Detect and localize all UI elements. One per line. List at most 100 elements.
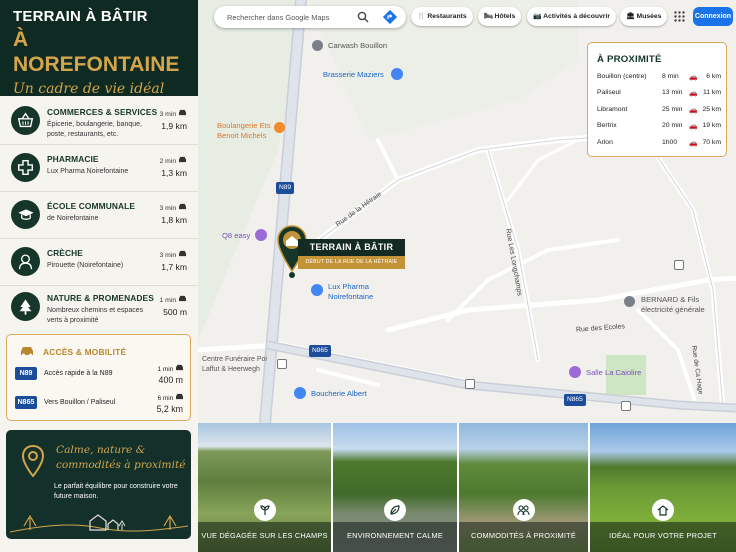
amenity-title: CRÈCHE	[47, 248, 83, 258]
amenity-desc: Lux Pharma Noirefontaine	[47, 168, 129, 175]
poi-q8[interactable]: Q8 easy	[222, 231, 250, 241]
route-time: 6 min	[147, 393, 184, 402]
amenity-pharmacie: PHARMACIE Lux Pharma Noirefontaine 2 min…	[0, 146, 198, 192]
photo-champs: VUE DÉGAGÉE SUR LES CHAMPS	[198, 423, 331, 552]
route-dist: 5,2 km	[156, 404, 183, 414]
poi-pin-icon[interactable]	[569, 366, 581, 378]
road-label-n865: N865	[309, 345, 331, 357]
calm-panel: Calme, nature & commodités à proximité L…	[6, 430, 191, 539]
amenity-title: COMMERCES & SERVICES	[47, 107, 158, 117]
chip-musees[interactable]: 🏛 Musées	[620, 7, 668, 26]
road-badge-n865: N865	[15, 396, 37, 409]
leaf-icon	[384, 499, 406, 521]
route-label: Accès rapide à la N89	[44, 370, 113, 377]
proximity-row: Paliseul 13 min 🚗 11 km	[597, 89, 721, 97]
hero-header: TERRAIN À BÂTIR À NOREFONTAINE Un cadre …	[0, 0, 198, 97]
proximity-title: À PROXIMITÉ	[597, 54, 662, 65]
camera-icon: 📷	[533, 13, 542, 20]
proximity-row: Bertrix 20 min 🚗 19 km	[597, 122, 721, 130]
location-pin-icon	[21, 444, 45, 478]
shopping-bag-icon[interactable]	[391, 68, 403, 80]
amenity-title: ÉCOLE COMMUNALE	[47, 201, 136, 211]
hero-title-line1: TERRAIN À BÂTIR	[13, 8, 148, 25]
proximity-row: Bouillon (centre) 8 min 🚗 6 km	[597, 73, 721, 81]
amenity-dist: 1,7 km	[161, 262, 187, 272]
amenity-dist: 1,9 km	[161, 121, 187, 131]
fuel-icon[interactable]	[255, 229, 267, 241]
landscape-line-icon	[10, 514, 188, 533]
child-icon	[11, 247, 40, 276]
amenity-dist: 1,3 km	[161, 168, 187, 178]
road-label-n865: N865	[564, 394, 586, 406]
basket-icon	[11, 106, 40, 135]
people-icon	[512, 499, 535, 521]
poi-pharma[interactable]: Lux Pharma Noirefontaine	[328, 282, 390, 302]
apps-grid-icon[interactable]	[674, 11, 685, 22]
calm-title: Calme, nature & commodités à proximité	[56, 444, 186, 471]
terrain-tag: TERRAIN À BÂTIR DÉBUT DE LA RUE DE LA HÊ…	[298, 239, 405, 269]
chip-restaurants[interactable]: 🍴 Restaurants	[411, 7, 473, 26]
cross-icon	[11, 153, 40, 182]
terrain-title: TERRAIN À BÂTIR	[298, 239, 405, 256]
amenity-time: 3 min	[150, 109, 187, 118]
cross-pin-icon[interactable]	[311, 284, 323, 296]
amenity-title: PHARMACIE	[47, 154, 99, 164]
bakery-icon[interactable]	[274, 122, 285, 133]
poi-carwash[interactable]: Carwash Bouillon	[328, 41, 387, 51]
map-search-input[interactable]: Rechercher dans Google Maps	[214, 6, 406, 28]
house-icon	[652, 499, 674, 521]
amenity-ecole: ÉCOLE COMMUNALE de Noirefontaine 3 min 1…	[0, 193, 198, 239]
poi-boucherie[interactable]: Boucherie Albert	[311, 389, 367, 399]
photo-label: IDÉAL POUR VOTRE PROJET	[590, 522, 736, 552]
shopping-bag-icon[interactable]	[294, 387, 306, 399]
bed-icon: 🛏	[484, 13, 493, 20]
amenity-commerces: COMMERCES & SERVICES Épicerie, boulanger…	[0, 99, 198, 145]
map-view[interactable]: Rechercher dans Google Maps 🍴 Restaurant…	[198, 0, 736, 423]
hero-tagline: Un cadre de vie idéal	[13, 81, 165, 97]
bus-stop-icon[interactable]	[277, 359, 287, 369]
access-panel: ACCÈS & MOBILITÉ N89 Accès rapide à la N…	[6, 334, 191, 421]
amenity-title: NATURE & PROMENADES	[47, 293, 154, 303]
route-time: 1 min	[147, 364, 184, 373]
road-badge-n89: N89	[15, 367, 37, 380]
sprout-icon	[253, 499, 276, 521]
photo-label: VUE DÉGAGÉE SUR LES CHAMPS	[198, 522, 331, 552]
amenity-time: 1 min	[150, 295, 187, 304]
amenity-desc: de Noirefontaine	[47, 215, 99, 222]
directions-icon[interactable]	[383, 10, 397, 24]
route-label: Vers Bouillon / Paliseul	[44, 399, 116, 406]
poi-funeraire[interactable]: Centre Funéraire Poi Laffut & Heerwegh	[202, 355, 277, 375]
poi-salle[interactable]: Salle La Caiolire	[586, 368, 641, 378]
search-icon[interactable]	[357, 11, 369, 23]
chip-activites[interactable]: 📷 Activités à découvrir	[527, 7, 616, 26]
bus-stop-icon[interactable]	[465, 379, 475, 389]
photo-label: COMMODITÉS À PROXIMITÉ	[459, 522, 588, 552]
amenity-desc: Pirouette (Noirefontaine)	[47, 262, 124, 269]
amenity-desc: Épicerie, boulangerie, banque, poste, re…	[47, 121, 142, 138]
chip-hotels[interactable]: 🛏 Hôtels	[478, 7, 522, 26]
tree-icon	[11, 292, 40, 321]
poi-pin-icon[interactable]	[312, 40, 323, 51]
route-dist: 400 m	[158, 375, 183, 385]
amenity-time: 2 min	[150, 156, 187, 165]
museum-icon: 🏛	[626, 13, 635, 20]
photo-label: ENVIRONNEMENT CALME	[333, 522, 457, 552]
amenity-desc: Nombreux chemins et espaces verts à prox…	[47, 307, 144, 324]
amenity-dist: 1,8 km	[161, 215, 187, 225]
hero-title-line2: À NOREFONTAINE	[13, 28, 180, 76]
amenity-time: 3 min	[150, 250, 187, 259]
photo-environnement: ENVIRONNEMENT CALME	[333, 423, 457, 552]
car-icon	[21, 347, 33, 357]
terrain-subtitle: DÉBUT DE LA RUE DE LA HÊTRAIE	[298, 256, 405, 269]
proximity-row: Arlon 1h00 🚗 70 km	[597, 139, 721, 147]
poi-pin-icon[interactable]	[624, 296, 635, 307]
amenity-nature: NATURE & PROMENADES Nombreux chemins et …	[0, 285, 198, 331]
proximity-row: Libramont 25 min 🚗 25 km	[597, 106, 721, 114]
poi-brasserie[interactable]: Brasserie Maziers	[323, 70, 384, 80]
login-button[interactable]: Connexion	[693, 7, 733, 26]
photo-projet: IDÉAL POUR VOTRE PROJET	[590, 423, 736, 552]
bus-stop-icon[interactable]	[621, 401, 631, 411]
fork-icon: 🍴	[417, 13, 426, 20]
poi-bernard[interactable]: BERNARD & Fils électricité générale	[641, 295, 731, 315]
bus-stop-icon[interactable]	[674, 260, 684, 270]
